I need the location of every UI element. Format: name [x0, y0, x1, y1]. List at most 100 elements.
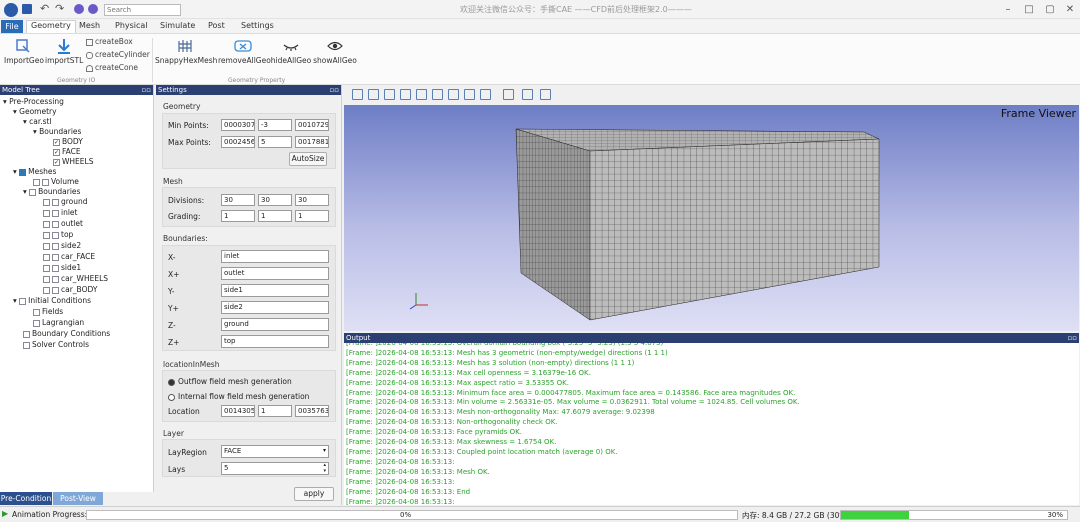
- divisions-x-input[interactable]: 30: [221, 194, 255, 206]
- x-minus-input[interactable]: inlet: [221, 250, 329, 263]
- tools-icon[interactable]: [88, 4, 98, 14]
- lay-region-select[interactable]: FACE ▾: [221, 445, 329, 458]
- max-z-input[interactable]: 0017881: [295, 136, 329, 148]
- tab-post[interactable]: Post: [208, 21, 225, 30]
- file-menu[interactable]: File: [1, 20, 23, 33]
- screenshot-icon[interactable]: [503, 89, 514, 100]
- tree-item-wheels[interactable]: ✓ WHEELS: [53, 157, 93, 166]
- spin-arrows-icon[interactable]: ▴ ▾: [323, 463, 326, 474]
- tree-item-boundary-conditions[interactable]: Boundary Conditions: [23, 329, 110, 338]
- tree-item-top[interactable]: top: [43, 230, 73, 239]
- checkbox-checked[interactable]: ✓: [53, 138, 60, 146]
- redo-icon[interactable]: ↷: [55, 2, 64, 15]
- tree-item-face[interactable]: ✓ FACE: [53, 147, 81, 156]
- checkbox[interactable]: [33, 178, 40, 186]
- y-plus-input[interactable]: side2: [221, 301, 329, 314]
- min-y-input[interactable]: -3: [258, 119, 292, 131]
- max-y-input[interactable]: 5: [258, 136, 292, 148]
- save-icon[interactable]: [22, 4, 32, 14]
- min-z-input[interactable]: 0010729: [295, 119, 329, 131]
- checkbox[interactable]: [43, 231, 50, 239]
- tree-item-initial-conditions[interactable]: ▾ Initial Conditions: [13, 296, 91, 305]
- y-minus-input[interactable]: side1: [221, 284, 329, 297]
- checkbox[interactable]: [43, 275, 50, 283]
- location-z-input[interactable]: 0035763: [295, 405, 329, 417]
- lays-spinbox[interactable]: 5 ▴ ▾: [221, 462, 329, 475]
- snappyhexmesh-button[interactable]: SnappyHexMesh: [155, 38, 217, 65]
- frame-viewer[interactable]: Frame Viewer: [344, 105, 1079, 331]
- tree-item-fields[interactable]: Fields: [33, 307, 63, 316]
- view-xplus-icon[interactable]: [352, 89, 363, 100]
- divisions-z-input[interactable]: 30: [295, 194, 329, 206]
- play-icon[interactable]: ▶: [2, 509, 8, 518]
- cube-icon[interactable]: [540, 89, 551, 100]
- undo-icon[interactable]: ↶: [40, 2, 49, 15]
- internal-radio[interactable]: Internal flow field mesh generation: [168, 392, 309, 401]
- grading-x-input[interactable]: 1: [221, 210, 255, 222]
- create-cone-button[interactable]: createCone: [86, 63, 138, 72]
- checkbox[interactable]: [43, 209, 50, 217]
- hide-all-geo-button[interactable]: hideAllGeo: [270, 38, 312, 65]
- remove-all-geo-button[interactable]: removeAllGeo: [218, 38, 271, 65]
- outflow-radio[interactable]: Outflow field mesh generation: [168, 377, 292, 386]
- settings-icon[interactable]: [74, 4, 84, 14]
- z-plus-input[interactable]: top: [221, 335, 329, 348]
- view-xminus-icon[interactable]: [368, 89, 379, 100]
- tree-item-lagrangian[interactable]: Lagrangian: [33, 318, 84, 327]
- z-minus-input[interactable]: ground: [221, 318, 329, 331]
- x-plus-input[interactable]: outlet: [221, 267, 329, 280]
- create-cylinder-button[interactable]: createCylinder: [86, 50, 150, 59]
- tab-geometry[interactable]: Geometry: [26, 20, 76, 33]
- checkbox[interactable]: [43, 253, 50, 261]
- checkbox-checked[interactable]: ✓: [53, 148, 60, 156]
- tab-settings[interactable]: Settings: [241, 21, 274, 30]
- tree-item-pre-processing[interactable]: ▾ Pre-Processing: [3, 97, 64, 106]
- float-icon[interactable]: ▫▫: [330, 85, 340, 95]
- max-x-input[interactable]: 0002456: [221, 136, 255, 148]
- tree-item-mesh-boundaries[interactable]: ▾ Boundaries: [23, 187, 80, 196]
- create-box-button[interactable]: createBox: [86, 37, 133, 46]
- search-input[interactable]: [104, 4, 181, 16]
- checkbox-checked[interactable]: ✓: [53, 158, 60, 166]
- location-x-input[interactable]: 0014305: [221, 405, 255, 417]
- view-yplus-icon[interactable]: [384, 89, 395, 100]
- minimize-button[interactable]: –: [1001, 3, 1015, 16]
- divisions-y-input[interactable]: 30: [258, 194, 292, 206]
- checkbox[interactable]: [43, 198, 50, 206]
- grid-icon[interactable]: [522, 89, 533, 100]
- tree-item-car-wheels[interactable]: car_WHEELS: [43, 274, 108, 283]
- tab-post-view[interactable]: Post-View: [53, 492, 103, 505]
- import-stl-button[interactable]: importSTL: [45, 38, 83, 65]
- tree-item-side1[interactable]: side1: [43, 263, 81, 272]
- zoom-fit-icon[interactable]: [464, 89, 475, 100]
- autosize-button[interactable]: AutoSize: [289, 152, 327, 166]
- restore-button[interactable]: ▢: [1043, 3, 1057, 16]
- close-button[interactable]: ✕: [1063, 3, 1077, 16]
- output-log[interactable]: [Frame: ]2026-04-08 16:53:13: Overall do…: [346, 343, 1076, 505]
- tree-item-side2[interactable]: side2: [43, 241, 81, 250]
- import-geo-button[interactable]: ImportGeo: [4, 38, 44, 65]
- tab-mesh[interactable]: Mesh: [79, 21, 100, 30]
- zoom-in-icon[interactable]: [480, 89, 491, 100]
- tab-pre-condition[interactable]: Pre-Condition: [0, 492, 52, 505]
- view-zplus-icon[interactable]: [416, 89, 427, 100]
- tree-item-inlet[interactable]: inlet: [43, 208, 77, 217]
- tab-physical[interactable]: Physical: [115, 21, 148, 30]
- min-x-input[interactable]: 0000307: [221, 119, 255, 131]
- tree-item-boundaries[interactable]: ▾ Boundaries: [33, 127, 81, 136]
- tree-item-volume[interactable]: Volume: [33, 177, 79, 186]
- show-all-geo-button[interactable]: showAllGeo: [313, 38, 357, 65]
- view-zminus-icon[interactable]: [432, 89, 443, 100]
- checkbox[interactable]: [43, 242, 50, 250]
- apply-button[interactable]: apply: [294, 487, 334, 501]
- float-icon[interactable]: ▫▫: [1068, 333, 1078, 343]
- tree-item-geometry[interactable]: ▾ Geometry: [13, 107, 57, 116]
- tree-item-meshes[interactable]: ▾ Meshes: [13, 167, 56, 176]
- tree-item-car-face[interactable]: car_FACE: [43, 252, 95, 261]
- grading-y-input[interactable]: 1: [258, 210, 292, 222]
- location-y-input[interactable]: 1: [258, 405, 292, 417]
- tree-item-car-stl[interactable]: ▾ car.stl: [23, 117, 52, 126]
- tree-item-body[interactable]: ✓ BODY: [53, 137, 83, 146]
- tree-item-outlet[interactable]: outlet: [43, 219, 83, 228]
- float-icon[interactable]: ▫▫: [142, 85, 152, 95]
